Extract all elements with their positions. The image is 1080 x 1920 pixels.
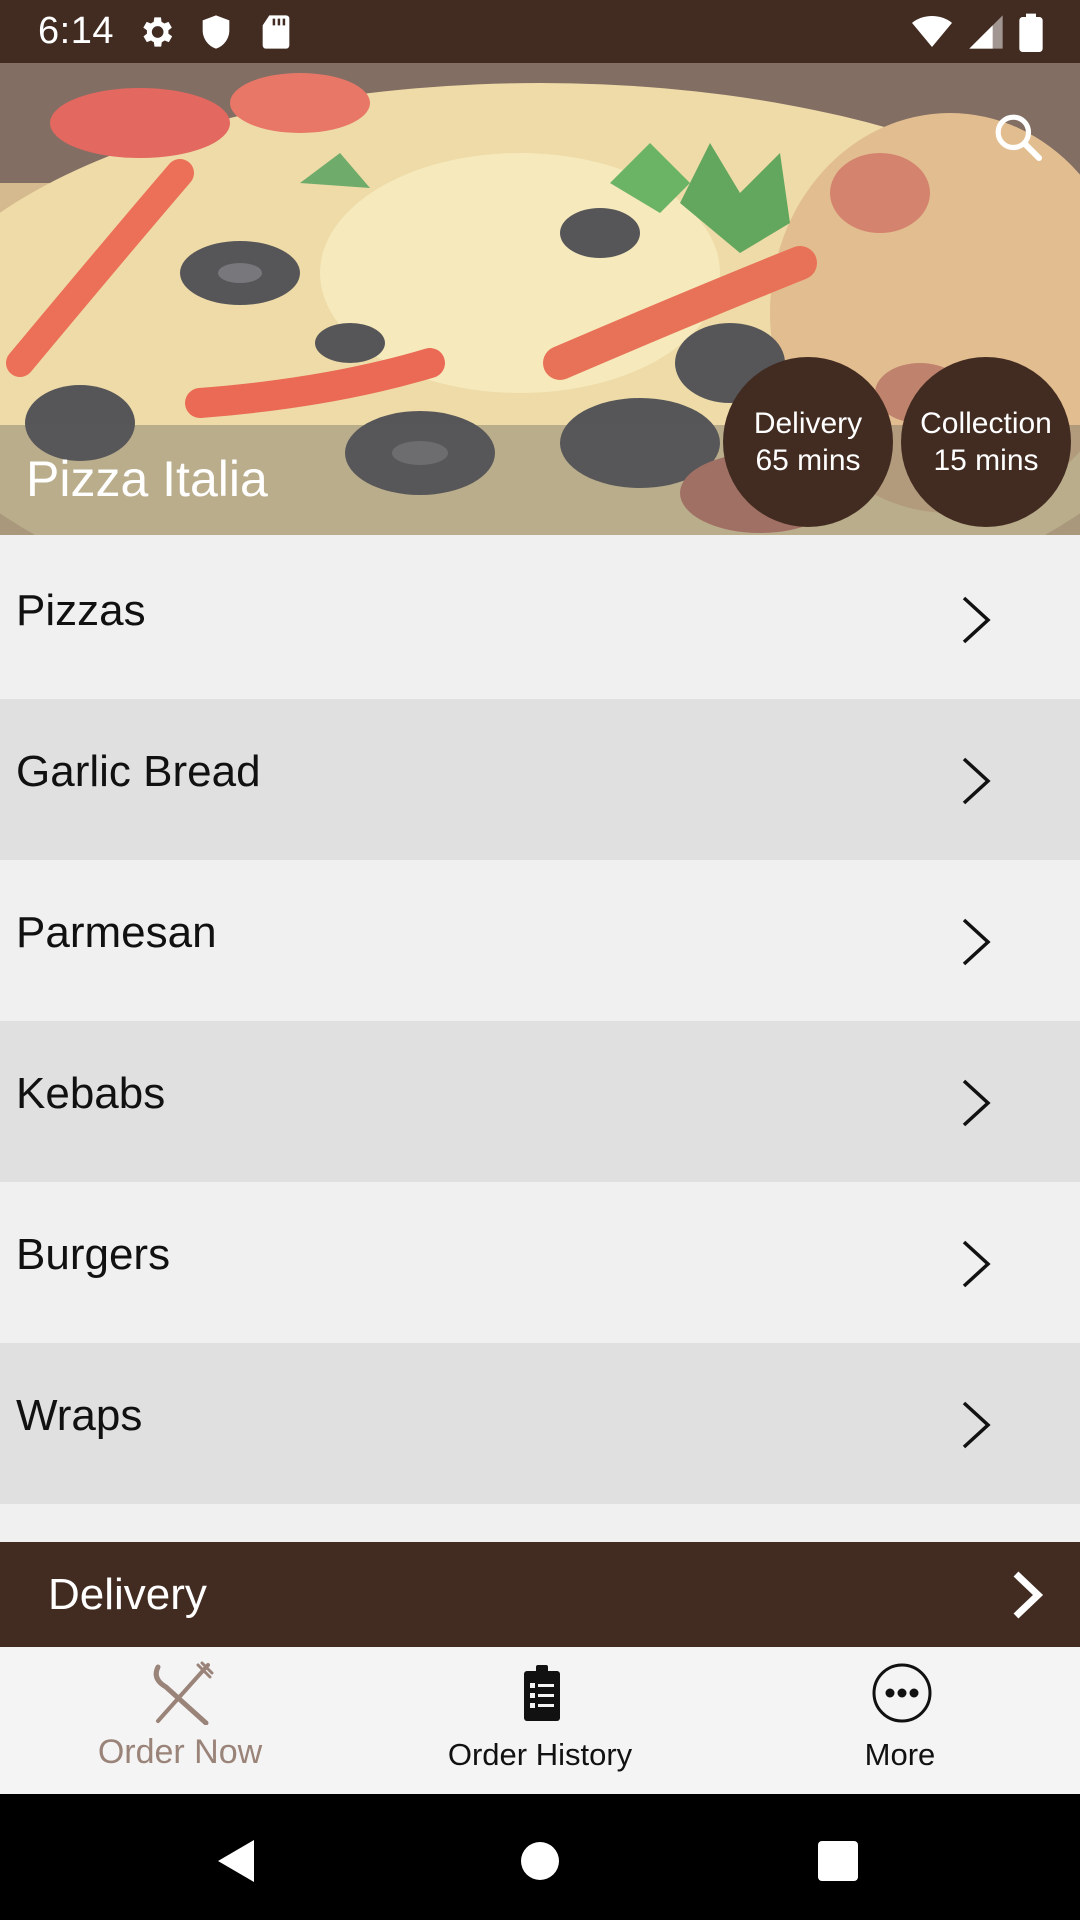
tab-label: Order Now <box>97 1733 263 1771</box>
chevron-right-icon <box>962 757 991 805</box>
category-label: Kebabs <box>16 1069 166 1118</box>
status-bar: 6:14 <box>0 0 1080 63</box>
collection-badge-title: Collection <box>920 407 1052 440</box>
home-icon[interactable] <box>520 1841 560 1881</box>
category-list: Pizzas Garlic Bread Parmesan Kebabs Burg… <box>0 538 1080 1504</box>
delivery-mode-button[interactable]: Delivery <box>0 1542 1080 1647</box>
clipboard-icon <box>524 1665 560 1721</box>
category-item-garlic-bread[interactable]: Garlic Bread <box>0 699 1080 860</box>
back-icon[interactable] <box>214 1838 258 1884</box>
category-item-pizzas[interactable]: Pizzas <box>0 538 1080 699</box>
shop-name: Pizza Italia <box>26 451 268 507</box>
category-item-burgers[interactable]: Burgers <box>0 1182 1080 1343</box>
category-item-kebabs[interactable]: Kebabs <box>0 1021 1080 1182</box>
hero-header: Pizza Italia Delivery 65 mins Collection… <box>0 63 1080 535</box>
more-icon <box>872 1663 932 1723</box>
chevron-right-icon <box>1013 1571 1044 1619</box>
chevron-right-icon <box>962 918 991 966</box>
category-label: Parmesan <box>16 908 217 957</box>
battery-icon <box>1019 13 1043 52</box>
shield-icon <box>202 15 230 49</box>
fork-knife-icon <box>153 1661 214 1725</box>
recents-icon[interactable] <box>818 1841 858 1881</box>
bottom-navigation: Order Now Order History More <box>0 1647 1080 1794</box>
category-item-parmesan[interactable]: Parmesan <box>0 860 1080 1021</box>
gear-icon <box>143 17 173 47</box>
category-label: Pizzas <box>16 586 146 635</box>
delivery-time-badge: Delivery 65 mins <box>723 357 893 527</box>
chevron-right-icon <box>962 1401 991 1449</box>
signal-icon <box>969 15 1003 49</box>
chevron-right-icon <box>962 1079 991 1127</box>
category-item-wraps[interactable]: Wraps <box>0 1343 1080 1504</box>
system-navigation-bar <box>0 1794 1080 1920</box>
delivery-badge-title: Delivery <box>753 407 863 440</box>
tab-label: Order History <box>447 1737 633 1772</box>
chevron-right-icon <box>962 1240 991 1288</box>
category-label: Wraps <box>16 1391 143 1440</box>
status-time: 6:14 <box>38 10 114 52</box>
collection-time-badge: Collection 15 mins <box>901 357 1071 527</box>
tab-label: More <box>864 1737 936 1772</box>
tab-order-now[interactable]: Order Now <box>0 1647 360 1794</box>
search-icon[interactable] <box>990 109 1046 165</box>
tab-more[interactable]: More <box>720 1647 1080 1794</box>
delivery-mode-label: Delivery <box>48 1570 207 1619</box>
category-label: Garlic Bread <box>16 747 261 796</box>
wifi-icon <box>912 16 952 47</box>
chevron-right-icon <box>962 596 991 644</box>
delivery-badge-time: 65 mins <box>755 444 861 477</box>
category-label: Burgers <box>16 1230 171 1279</box>
sd-card-icon <box>262 15 290 49</box>
tab-order-history[interactable]: Order History <box>360 1647 720 1794</box>
collection-badge-time: 15 mins <box>933 444 1039 477</box>
